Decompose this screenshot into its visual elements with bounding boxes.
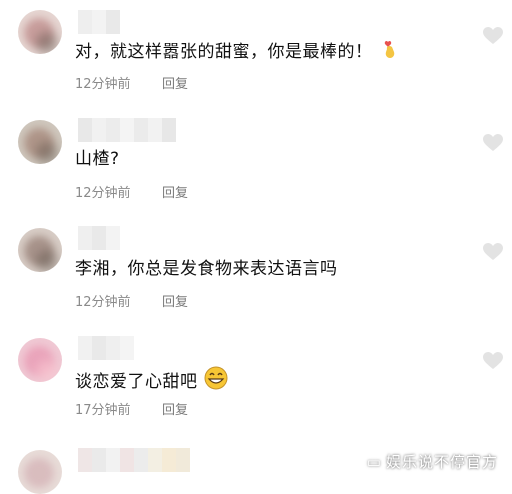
avatar[interactable]	[18, 450, 62, 494]
comment-text: 山楂?	[75, 149, 120, 169]
comment-item: 山楂? 12分钟前 回复	[0, 108, 512, 208]
like-heart-icon[interactable]	[483, 352, 503, 370]
username-blurred[interactable]	[78, 336, 134, 360]
username-blurred[interactable]	[78, 118, 176, 142]
comment-item: 李湘，你总是发食物来表达语言吗 12分钟前 回复	[0, 218, 512, 318]
watermark-text: 娱乐说不停官方	[385, 453, 498, 471]
comment-time: 12分钟前	[75, 77, 131, 92]
like-heart-icon[interactable]	[483, 134, 503, 152]
comment-item: 谈恋爱了心甜吧 17分钟前 回复	[0, 328, 512, 428]
watermark: ▭ 娱乐说不停官方	[367, 451, 498, 472]
reply-button[interactable]: 回复	[162, 182, 188, 201]
comment-time: 12分钟前	[75, 295, 131, 310]
comment-text: 李湘，你总是发食物来表达语言吗	[75, 259, 338, 279]
avatar[interactable]	[18, 228, 62, 272]
like-heart-icon[interactable]	[483, 243, 503, 261]
comment-meta: 17分钟前 回复	[75, 399, 188, 418]
watermark-logo-icon: ▭	[366, 453, 382, 471]
comment-meta: 12分钟前 回复	[75, 73, 188, 92]
grinning-face-emoji	[204, 366, 228, 396]
reply-button[interactable]: 回复	[162, 399, 188, 418]
comment-text: 对，就这样嚣张的甜蜜，你是最棒的！	[75, 38, 401, 66]
comment-item: 对，就这样嚣张的甜蜜，你是最棒的！ 12分钟前 回复	[0, 0, 512, 100]
comment-time: 17分钟前	[75, 403, 131, 418]
comment-text: 谈恋爱了心甜吧	[75, 366, 228, 396]
username-blurred[interactable]	[78, 10, 120, 34]
reply-button[interactable]: 回复	[162, 291, 188, 310]
reply-button[interactable]: 回复	[162, 73, 188, 92]
like-heart-icon[interactable]	[483, 27, 503, 45]
username-blurred[interactable]	[78, 448, 190, 472]
finger-heart-emoji	[379, 38, 401, 66]
avatar[interactable]	[18, 10, 62, 54]
comment-meta: 12分钟前 回复	[75, 291, 188, 310]
avatar[interactable]	[18, 338, 62, 382]
username-blurred[interactable]	[78, 226, 120, 250]
comment-time: 12分钟前	[75, 186, 131, 201]
avatar[interactable]	[18, 120, 62, 164]
comment-meta: 12分钟前 回复	[75, 182, 188, 201]
